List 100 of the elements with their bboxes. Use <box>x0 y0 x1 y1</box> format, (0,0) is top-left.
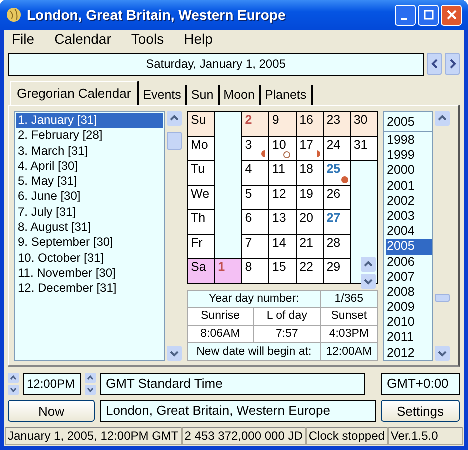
next-button[interactable] <box>445 53 460 75</box>
day-cell[interactable]: 12 <box>268 185 296 210</box>
maximize-button[interactable] <box>418 4 439 26</box>
day-cell[interactable]: 22 <box>296 258 324 283</box>
weekday-label: Su <box>188 112 215 136</box>
day-cell[interactable]: 21 <box>296 234 324 258</box>
day-cell[interactable]: 17 <box>296 136 324 160</box>
day-cell[interactable]: 13 <box>268 210 296 234</box>
scroll-down-icon[interactable] <box>166 346 182 361</box>
year-item[interactable]: 2012 <box>386 346 432 361</box>
tab[interactable]: Events <box>139 85 188 105</box>
month-item[interactable]: 1. January [31] <box>16 113 163 128</box>
timezone-field[interactable]: GMT Standard Time <box>100 372 365 394</box>
tab[interactable]: Moon <box>220 85 261 105</box>
day-cell[interactable]: 18 <box>296 160 324 185</box>
table-cell: 7:57 <box>254 325 321 343</box>
year-item[interactable]: 2009 <box>386 300 432 316</box>
chevron-left-icon <box>430 59 438 69</box>
day-cell[interactable]: 31 <box>350 136 378 160</box>
day-cell[interactable]: 4 <box>242 160 269 185</box>
year-item[interactable]: 2001 <box>386 178 432 194</box>
year-item[interactable]: 1998 <box>386 133 432 148</box>
spin-up-icon[interactable] <box>85 372 96 382</box>
scroll-up-icon[interactable] <box>361 257 376 272</box>
settings-button[interactable]: Settings <box>381 400 460 422</box>
month-item[interactable]: 8. August [31] <box>16 220 163 236</box>
year-item[interactable]: 1999 <box>386 148 432 164</box>
year-item[interactable]: 2011 <box>386 330 432 346</box>
tab[interactable]: Sun <box>187 85 220 105</box>
close-icon <box>446 10 456 20</box>
year-item[interactable]: 2000 <box>386 163 432 179</box>
scroll-thumb[interactable] <box>166 132 182 150</box>
spin-down-icon[interactable] <box>85 384 96 394</box>
scrollbar[interactable] <box>434 111 450 361</box>
day-cell[interactable]: 3 <box>242 136 269 160</box>
year-item[interactable]: 2004 <box>386 224 432 240</box>
day-cell[interactable]: 2 <box>242 112 269 136</box>
day-cell[interactable]: 8 <box>242 258 269 283</box>
table-cell: Sunset <box>320 308 378 326</box>
day-cell[interactable]: 15 <box>268 258 296 283</box>
day-cell[interactable]: 10 <box>268 136 296 160</box>
day-cell[interactable]: 24 <box>323 136 350 160</box>
menu-item[interactable]: Help <box>180 31 221 47</box>
weekday-label: We <box>188 185 215 210</box>
minimize-button[interactable] <box>395 4 416 26</box>
time-field[interactable]: 12:00PM <box>23 372 81 394</box>
scroll-up-icon[interactable] <box>166 111 182 126</box>
scrollbar[interactable] <box>166 111 182 361</box>
spin-down-icon[interactable] <box>8 384 19 394</box>
day-cell[interactable]: 30 <box>350 112 378 136</box>
month-item[interactable]: 7. July [31] <box>16 204 163 220</box>
date-field[interactable]: Saturday, January 1, 2005 <box>8 53 424 76</box>
menu-item[interactable]: Calendar <box>50 31 120 47</box>
day-cell[interactable]: 27 <box>323 210 350 234</box>
month-item[interactable]: 10. October [31] <box>16 250 163 266</box>
year-field[interactable]: 2005 <box>384 112 432 132</box>
year-item[interactable]: 2007 <box>386 270 432 285</box>
year-item[interactable]: 2008 <box>386 284 432 300</box>
scroll-thumb[interactable] <box>434 294 450 302</box>
scroll-down-icon[interactable] <box>361 274 376 289</box>
year-item[interactable]: 2006 <box>386 254 432 270</box>
day-cell[interactable]: 28 <box>323 234 350 258</box>
day-cell[interactable]: 16 <box>296 112 324 136</box>
day-cell[interactable]: 7 <box>242 234 269 258</box>
location-field[interactable]: London, Great Britain, Western Europe <box>100 400 376 422</box>
tab[interactable]: Planets <box>260 85 313 105</box>
spin-up-icon[interactable] <box>8 372 19 382</box>
scroll-up-icon[interactable] <box>434 111 450 126</box>
now-button[interactable]: Now <box>8 400 95 422</box>
year-item[interactable]: 2002 <box>386 194 432 209</box>
month-item[interactable]: 6. June [30] <box>16 189 163 205</box>
table-cell: 4:03PM <box>320 325 378 343</box>
offset-field[interactable]: GMT+0:00 <box>381 372 460 394</box>
day-cell[interactable]: 5 <box>242 185 269 210</box>
month-item[interactable]: 3. March [31] <box>16 144 163 159</box>
day-cell[interactable]: 11 <box>268 160 296 185</box>
scroll-down-icon[interactable] <box>434 346 450 361</box>
day-cell[interactable]: 9 <box>268 112 296 136</box>
day-cell[interactable]: 6 <box>242 210 269 234</box>
month-item[interactable]: 11. November [30] <box>16 266 163 282</box>
menu-item[interactable]: Tools <box>127 31 172 47</box>
year-item[interactable]: 2005 <box>386 239 432 254</box>
year-item[interactable]: 2010 <box>386 315 432 330</box>
day-cell[interactable]: 23 <box>323 112 350 136</box>
day-cell[interactable]: 29 <box>323 258 350 283</box>
previous-button[interactable] <box>427 53 442 75</box>
day-cell[interactable]: 26 <box>323 185 350 210</box>
close-button[interactable] <box>441 4 462 26</box>
tab[interactable]: Gregorian Calendar <box>10 81 140 105</box>
month-item[interactable]: 4. April [30] <box>16 158 163 174</box>
year-item[interactable]: 2003 <box>386 208 432 224</box>
day-cell[interactable]: 25 <box>323 160 350 185</box>
month-item[interactable]: 12. December [31] <box>16 281 163 297</box>
month-item[interactable]: 2. February [28] <box>16 128 163 144</box>
month-item[interactable]: 5. May [31] <box>16 174 163 190</box>
day-cell[interactable]: 19 <box>296 185 324 210</box>
day-cell[interactable]: 14 <box>268 234 296 258</box>
menu-item[interactable]: File <box>8 31 43 47</box>
day-cell[interactable]: 20 <box>296 210 324 234</box>
month-item[interactable]: 9. September [30] <box>16 235 163 251</box>
